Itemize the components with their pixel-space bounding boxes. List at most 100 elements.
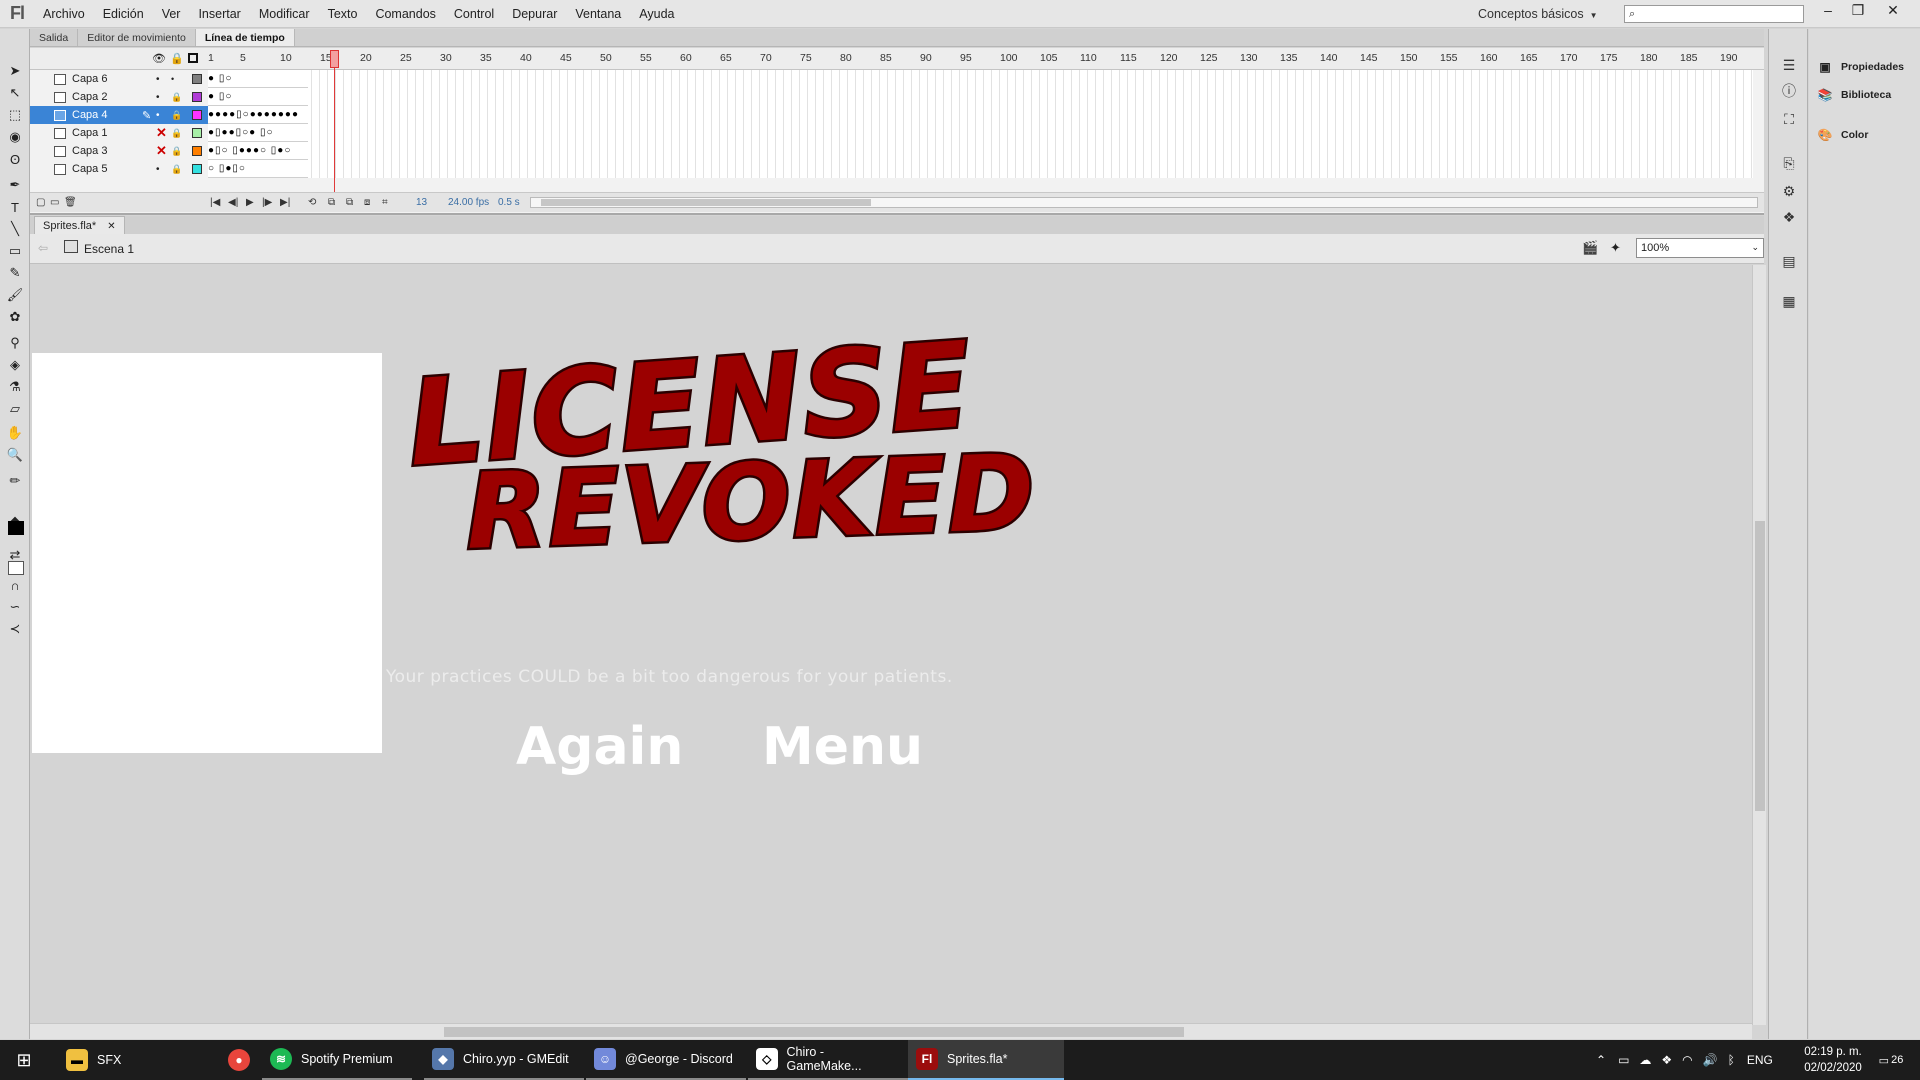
onion-skin-icon[interactable]: ⧉ [328, 197, 335, 208]
swatches-panel-icon[interactable]: ▦ [1779, 291, 1799, 311]
layer-outline-color-swatch[interactable] [192, 146, 202, 156]
layer-row[interactable]: Capa 1 ✕ 🔒 [30, 124, 210, 142]
loop-icon[interactable]: ⟲ [308, 197, 316, 208]
rectangle-tool-icon[interactable]: ▭ [5, 241, 25, 261]
tab-linea-tiempo[interactable]: Línea de tiempo [195, 29, 295, 46]
menu-ver[interactable]: Ver [153, 0, 190, 28]
action-center-button[interactable]: ▭ 26 [1878, 1048, 1904, 1072]
battery-icon[interactable]: ▭ [1618, 1053, 1629, 1067]
menu-control[interactable]: Control [445, 0, 503, 28]
layer-outline-color-swatch[interactable] [192, 92, 202, 102]
layer-keyframes[interactable]: ●▯●●▯○● ▯○ [208, 124, 308, 142]
layer-row[interactable]: Capa 2 • 🔒 [30, 88, 210, 106]
timeline-hscroll-thumb[interactable] [541, 199, 871, 206]
menu-archivo[interactable]: Archivo [34, 0, 94, 28]
new-layer-icon[interactable]: ▢ [36, 197, 45, 208]
text-tool-icon[interactable]: T [5, 197, 25, 217]
frame-number[interactable]: 190 [1720, 52, 1738, 64]
step-forward-icon[interactable]: |▶ [262, 197, 272, 208]
workspace-switcher[interactable]: Conceptos básicos ▼ [1478, 0, 1598, 28]
frame-number[interactable]: 105 [1040, 52, 1058, 64]
last-frame-icon[interactable]: ▶| [280, 197, 290, 208]
lock-all-icon[interactable]: 🔒 [170, 52, 184, 65]
stroke-color-icon[interactable]: ✏ [5, 471, 25, 491]
stage-hscroll-thumb[interactable] [444, 1027, 1184, 1037]
layer-outline-color-swatch[interactable] [192, 110, 202, 120]
frame-number[interactable]: 35 [480, 52, 492, 64]
clock[interactable]: 02:19 p. m. 02/02/2020 [1798, 1044, 1868, 1076]
language-indicator[interactable]: ENG [1747, 1053, 1773, 1067]
frame-number[interactable]: 90 [920, 52, 932, 64]
taskbar-gamemaker[interactable]: ◇ Chiro - GameMake... [748, 1040, 908, 1080]
edit-symbols-icon[interactable]: ✦ [1610, 240, 1621, 256]
volume-icon[interactable]: 🔊 [1703, 1053, 1718, 1067]
frame-number[interactable]: 65 [720, 52, 732, 64]
frame-number[interactable]: 50 [600, 52, 612, 64]
lock-icon[interactable]: 🔒 [171, 92, 182, 103]
play-icon[interactable]: ▶ [246, 197, 254, 208]
stage-hscroll[interactable] [30, 1023, 1752, 1039]
elapsed-time[interactable]: 0.5 s [498, 197, 520, 208]
frame-number[interactable]: 145 [1360, 52, 1378, 64]
stroke-swatch[interactable] [8, 521, 24, 535]
hidden-layer-icon[interactable]: ✕ [156, 143, 167, 159]
menu-insertar[interactable]: Insertar [189, 0, 249, 28]
paint-bucket-tool-icon[interactable]: ◈ [5, 355, 25, 375]
again-button[interactable]: Again [516, 717, 683, 777]
frame-number[interactable]: 5 [240, 52, 246, 64]
brush-tool-icon[interactable]: 🖌 [5, 285, 25, 305]
menu-comandos[interactable]: Comandos [366, 0, 444, 28]
layer-name[interactable]: Capa 3 [72, 145, 152, 157]
frame-number[interactable]: 125 [1200, 52, 1218, 64]
frame-number[interactable]: 140 [1320, 52, 1338, 64]
lock-icon[interactable]: 🔒 [171, 128, 182, 139]
frame-number[interactable]: 185 [1680, 52, 1698, 64]
frame-number[interactable]: 155 [1440, 52, 1458, 64]
fill-swatch[interactable] [8, 561, 24, 575]
subselection-tool-icon[interactable]: ↖ [5, 83, 25, 103]
lasso-tool-icon[interactable]: ʘ [5, 149, 25, 169]
current-frame[interactable]: 13 [416, 197, 427, 208]
layer-outline-color-swatch[interactable] [192, 74, 202, 84]
stage-pasteboard[interactable]: LICENSE REVOKED Your practices COULD be … [30, 265, 1758, 1023]
restore-button[interactable]: ❐ [1843, 0, 1873, 20]
taskbar-sfx-folder[interactable]: ▬ SFX [58, 1040, 129, 1080]
selection-tool-icon[interactable]: ➤ [5, 61, 25, 81]
edit-scene-icon[interactable]: 🎬 [1582, 240, 1598, 256]
layer-row[interactable]: Capa 4 ✎ • 🔒 [30, 106, 210, 124]
new-folder-icon[interactable]: ▭ [50, 197, 59, 208]
frame-number[interactable]: 130 [1240, 52, 1258, 64]
frame-number[interactable]: 55 [640, 52, 652, 64]
title-revoked[interactable]: REVOKED [462, 429, 1041, 576]
transform-panel-icon[interactable]: ⛶ [1779, 109, 1799, 129]
step-back-icon[interactable]: ◀| [228, 197, 238, 208]
tab-salida[interactable]: Salida [30, 29, 79, 46]
free-transform-tool-icon[interactable]: ⬚ [5, 105, 25, 125]
lock-icon[interactable]: 🔒 [171, 164, 182, 175]
layer-row[interactable]: Capa 6 • • [30, 70, 210, 88]
straighten-icon[interactable]: ≺ [5, 619, 25, 639]
subtitle-text[interactable]: Your practices COULD be a bit too danger… [386, 667, 953, 687]
minimize-button[interactable]: – [1813, 0, 1843, 20]
components-icon[interactable]: ⚙ [1779, 181, 1799, 201]
show-hidden-icons-icon[interactable]: ⌃ [1596, 1053, 1606, 1067]
frame-number[interactable]: 135 [1280, 52, 1298, 64]
menu-modificar[interactable]: Modificar [250, 0, 319, 28]
frame-number[interactable]: 110 [1080, 52, 1097, 64]
pencil-tool-icon[interactable]: ✎ [5, 263, 25, 283]
menu-button[interactable]: Menu [762, 717, 923, 777]
history-panel-icon[interactable]: ▤ [1779, 251, 1799, 271]
taskbar-chrome[interactable]: ● [220, 1040, 267, 1080]
modify-markers-icon[interactable]: ⌗ [382, 197, 388, 208]
frame-number[interactable]: 160 [1480, 52, 1498, 64]
menu-edicion[interactable]: Edición [94, 0, 153, 28]
lock-icon[interactable]: 🔒 [171, 110, 182, 121]
layer-keyframes[interactable]: ● ▯○ [208, 70, 308, 88]
bone-tool-icon[interactable]: ⚲ [5, 333, 25, 353]
frame-number[interactable]: 175 [1600, 52, 1618, 64]
frame-number[interactable]: 30 [440, 52, 452, 64]
hand-tool-icon[interactable]: ✋ [5, 423, 25, 443]
frame-number[interactable]: 45 [560, 52, 572, 64]
dropbox-icon[interactable]: ❖ [1661, 1053, 1672, 1067]
snap-to-objects-icon[interactable]: ∩ [5, 575, 25, 595]
